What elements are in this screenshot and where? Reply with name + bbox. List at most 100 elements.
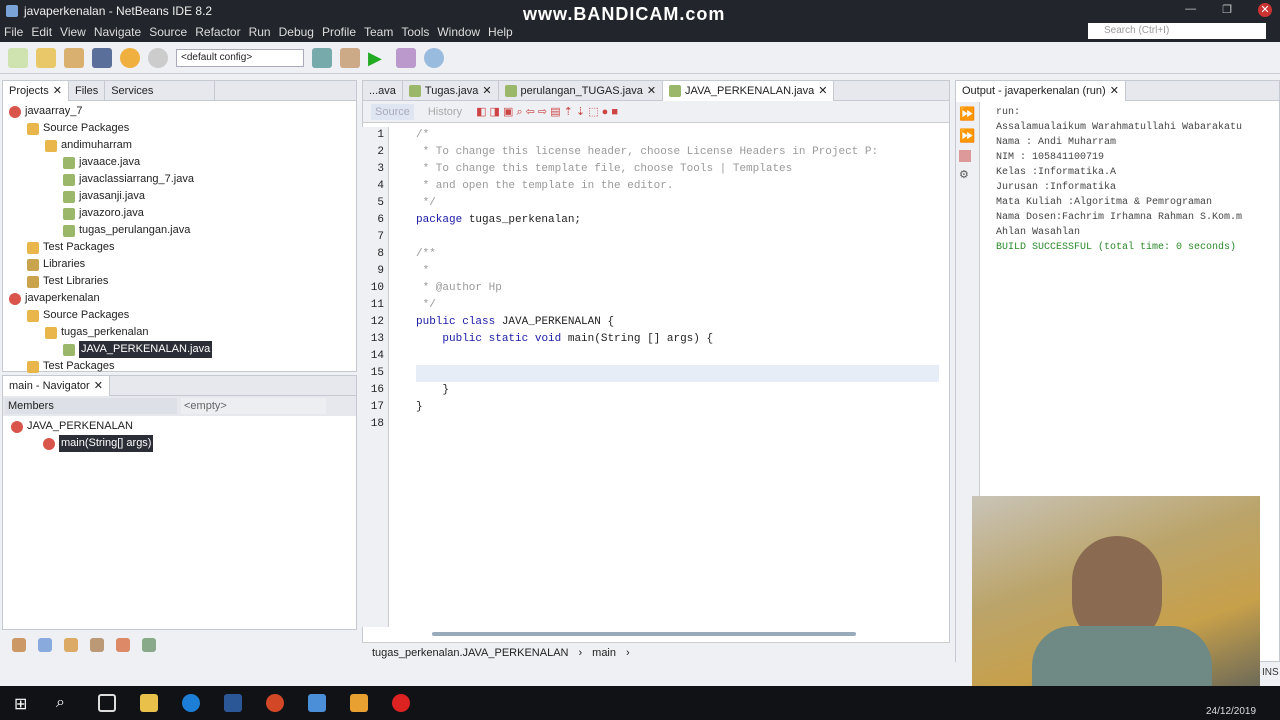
rerun-params-icon[interactable]: ⏩ (959, 128, 976, 144)
redo-icon[interactable] (148, 47, 168, 68)
code-line[interactable]: * To change this template file, choose T… (416, 161, 939, 178)
tree-item[interactable]: Test Packages (9, 358, 350, 375)
tree-item[interactable]: tugas_perulangan.java (9, 222, 350, 239)
bandicam-icon[interactable] (392, 694, 410, 712)
menu-team[interactable]: Team (364, 25, 393, 39)
tree-item[interactable]: javazoro.java (9, 205, 350, 222)
tree-item[interactable]: Source Packages (9, 307, 350, 324)
tree-item[interactable]: Test Libraries (9, 273, 350, 290)
new-project-icon[interactable] (36, 47, 56, 68)
code-line[interactable]: */ (416, 297, 939, 314)
tree-item[interactable]: Test Packages (9, 239, 350, 256)
powerpoint-icon[interactable] (266, 694, 284, 712)
debug-icon[interactable] (396, 47, 416, 68)
breadcrumb-class[interactable]: tugas_perkenalan.JAVA_PERKENALAN (372, 647, 568, 659)
config-select[interactable]: <default config> (176, 48, 304, 67)
edge-icon[interactable] (182, 694, 200, 712)
code-line[interactable]: /** (416, 246, 939, 263)
restore-button[interactable]: ❐ (1222, 3, 1232, 17)
open-project-icon[interactable] (64, 47, 84, 68)
menu-window[interactable]: Window (437, 25, 480, 39)
sort-icon[interactable] (142, 638, 156, 652)
menu-file[interactable]: File (4, 25, 23, 39)
source-tab[interactable]: Source (371, 103, 414, 120)
menu-view[interactable]: View (60, 25, 86, 39)
breadcrumb-method[interactable]: main (592, 647, 616, 659)
nonpublic-icon[interactable] (90, 638, 104, 652)
undo-icon[interactable] (120, 47, 140, 68)
code-line[interactable]: * (416, 263, 939, 280)
tree-item[interactable]: javaarray_7 (9, 103, 350, 120)
menu-refactor[interactable]: Refactor (195, 25, 240, 39)
static-icon[interactable] (64, 638, 78, 652)
code-line[interactable]: * @author Hp (416, 280, 939, 297)
code-line[interactable] (416, 365, 939, 382)
tree-item[interactable]: javaclassiarrang_7.java (9, 171, 350, 188)
tree-item[interactable]: javasanji.java (9, 188, 350, 205)
clean-build-icon[interactable] (340, 47, 360, 68)
code-line[interactable]: package tugas_perkenalan; (416, 212, 939, 229)
tab-projects[interactable]: Projects ✕ (3, 80, 69, 101)
editor-tab[interactable]: Tugas.java ✕ (403, 80, 499, 101)
code-line[interactable]: public static void main(String [] args) … (416, 331, 939, 348)
code-line[interactable]: public class JAVA_PERKENALAN { (416, 314, 939, 331)
search-icon[interactable]: ⌕ (56, 694, 74, 712)
fields-icon[interactable] (38, 638, 52, 652)
minimize-button[interactable]: — (1185, 3, 1196, 17)
tree-item[interactable]: javaperkenalan (9, 290, 350, 307)
file-explorer-icon[interactable] (140, 694, 158, 712)
menu-help[interactable]: Help (488, 25, 513, 39)
tab-files[interactable]: Files (69, 80, 106, 101)
task-view-icon[interactable] (98, 694, 116, 712)
horizontal-scrollbar[interactable] (432, 632, 856, 636)
filter-icon[interactable] (12, 638, 26, 652)
settings-icon[interactable]: ⚙ (959, 168, 976, 181)
editor-tab[interactable]: perulangan_TUGAS.java ✕ (499, 80, 664, 101)
editor-tab[interactable]: JAVA_PERKENALAN.java ✕ (663, 80, 835, 101)
code-line[interactable]: * and open the template in the editor. (416, 178, 939, 195)
members-filter-select[interactable]: Members (5, 398, 177, 414)
app-icon[interactable] (350, 694, 368, 712)
netbeans-icon[interactable] (308, 694, 326, 712)
menu-source[interactable]: Source (149, 25, 187, 39)
rerun-icon[interactable]: ⏩ (959, 106, 976, 122)
tree-item[interactable]: javaace.java (9, 154, 350, 171)
tree-item[interactable]: tugas_perkenalan (9, 324, 350, 341)
code-line[interactable]: } (416, 382, 939, 399)
code-line[interactable]: * To change this license header, choose … (416, 144, 939, 161)
tab-navigator[interactable]: main - Navigator ✕ (3, 375, 110, 396)
tree-item[interactable]: Libraries (9, 256, 350, 273)
build-icon[interactable] (312, 47, 332, 68)
word-icon[interactable] (224, 694, 242, 712)
tree-item[interactable]: JAVA_PERKENALAN.java (9, 341, 350, 358)
menu-profile[interactable]: Profile (322, 25, 356, 39)
search-input[interactable]: Search (Ctrl+I) (1088, 23, 1266, 39)
code-line[interactable] (416, 416, 939, 433)
tree-item[interactable]: Source Packages (9, 120, 350, 137)
menu-navigate[interactable]: Navigate (94, 25, 141, 39)
code-line[interactable]: */ (416, 195, 939, 212)
new-file-icon[interactable] (8, 47, 28, 68)
history-tab[interactable]: History (428, 106, 462, 118)
code-line[interactable] (416, 229, 939, 246)
editor-tab[interactable]: ...ava (363, 80, 403, 101)
menu-run[interactable]: Run (249, 25, 271, 39)
profile-icon[interactable] (424, 47, 444, 68)
start-icon[interactable]: ⊞ (14, 694, 32, 713)
tab-output[interactable]: Output - javaperkenalan (run) ✕ (956, 80, 1126, 101)
inherited-icon[interactable] (116, 638, 130, 652)
close-button[interactable]: ✕ (1258, 3, 1272, 17)
tab-services[interactable]: Services (105, 80, 216, 101)
navigator-class-item[interactable]: JAVA_PERKENALAN (11, 418, 348, 435)
menu-tools[interactable]: Tools (401, 25, 429, 39)
code-line[interactable]: } (416, 399, 939, 416)
stop-icon[interactable] (959, 150, 971, 162)
menu-edit[interactable]: Edit (31, 25, 52, 39)
save-all-icon[interactable] (92, 47, 112, 68)
tree-item[interactable]: andimuharram (9, 137, 350, 154)
navigator-method-item[interactable]: main(String[] args) (11, 435, 348, 452)
code-line[interactable] (416, 348, 939, 365)
code-line[interactable]: /* (416, 127, 939, 144)
run-icon[interactable]: ▶ (368, 48, 388, 68)
navigator-combo[interactable]: <empty> (181, 398, 326, 414)
